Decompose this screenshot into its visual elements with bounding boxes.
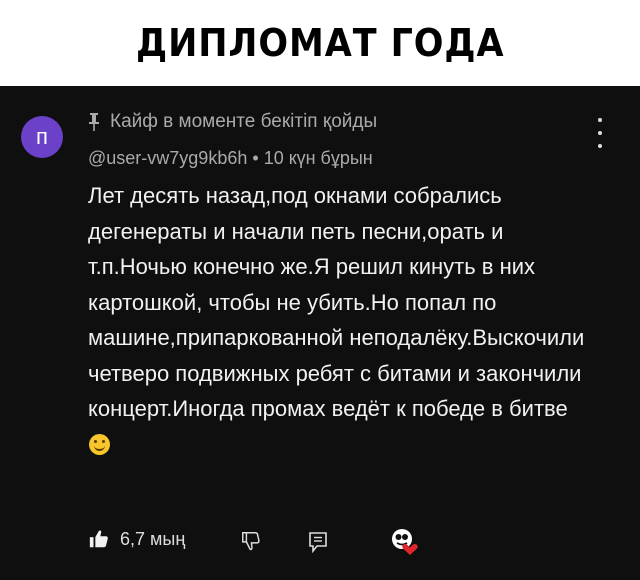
comment-author[interactable]: @user-vw7yg9kb6h (88, 148, 247, 168)
meme-title: ДИПЛОМАТ ГОДА (135, 21, 505, 65)
comment-time[interactable]: 10 күн бұрын (264, 148, 373, 168)
thumbs-down-icon[interactable] (240, 530, 262, 552)
reply-icon[interactable] (308, 531, 328, 553)
pinned-indicator: Кайф в моменте бекітіп қойды (88, 110, 377, 134)
like-button[interactable]: 6,7 мың (88, 528, 185, 550)
creator-heart-icon (392, 529, 418, 555)
meta-separator: • (252, 148, 259, 168)
smiling-face-emoji-icon (89, 433, 110, 455)
more-vert-icon[interactable] (592, 118, 608, 148)
comment-actions: 6,7 мың (88, 528, 548, 558)
comment-text: Лет десять назад,под окнами собрались де… (88, 183, 585, 421)
comment-text-block: Лет десять назад,под окнами собрались де… (88, 178, 588, 462)
meme-header: ДИПЛОМАТ ГОДА (0, 0, 640, 86)
comment-meta: @user-vw7yg9kb6h • 10 күн бұрын (88, 148, 373, 169)
pin-icon (89, 113, 99, 131)
thumbs-up-icon (89, 530, 108, 548)
like-count: 6,7 мың (120, 528, 186, 549)
pinned-label: Кайф в моменте бекітіп қойды (110, 111, 378, 132)
screenshot: ДИПЛОМАТ ГОДА п Кайф в моменте бекітіп қ… (0, 0, 640, 580)
avatar[interactable]: п (21, 116, 63, 158)
